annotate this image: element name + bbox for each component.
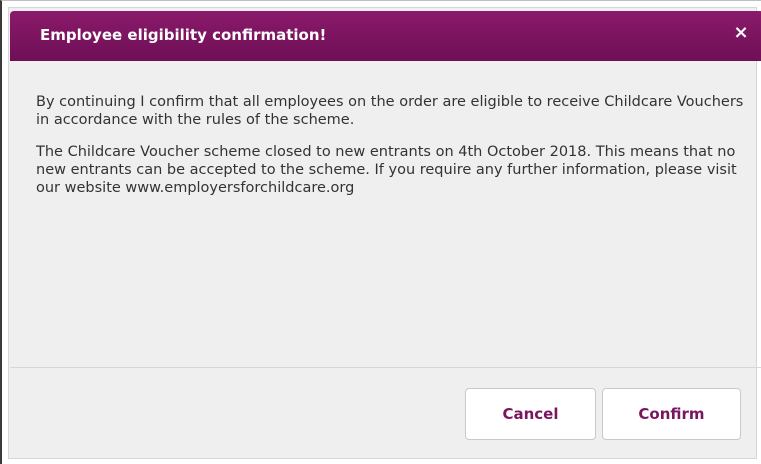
cancel-button[interactable]: Cancel	[465, 388, 596, 440]
window-frame: Employee eligibility confirmation! × By …	[0, 0, 761, 464]
dialog-body: By continuing I confirm that all employe…	[36, 93, 746, 211]
dialog-title: Employee eligibility confirmation!	[40, 26, 327, 44]
eligibility-statement: By continuing I confirm that all employe…	[36, 94, 744, 128]
dialog-titlebar: Employee eligibility confirmation! ×	[10, 11, 761, 61]
close-icon[interactable]: ×	[730, 22, 752, 44]
scheme-closed-notice: The Childcare Voucher scheme closed to n…	[36, 144, 737, 196]
footer-divider	[10, 367, 761, 368]
confirm-button[interactable]: Confirm	[602, 388, 741, 440]
